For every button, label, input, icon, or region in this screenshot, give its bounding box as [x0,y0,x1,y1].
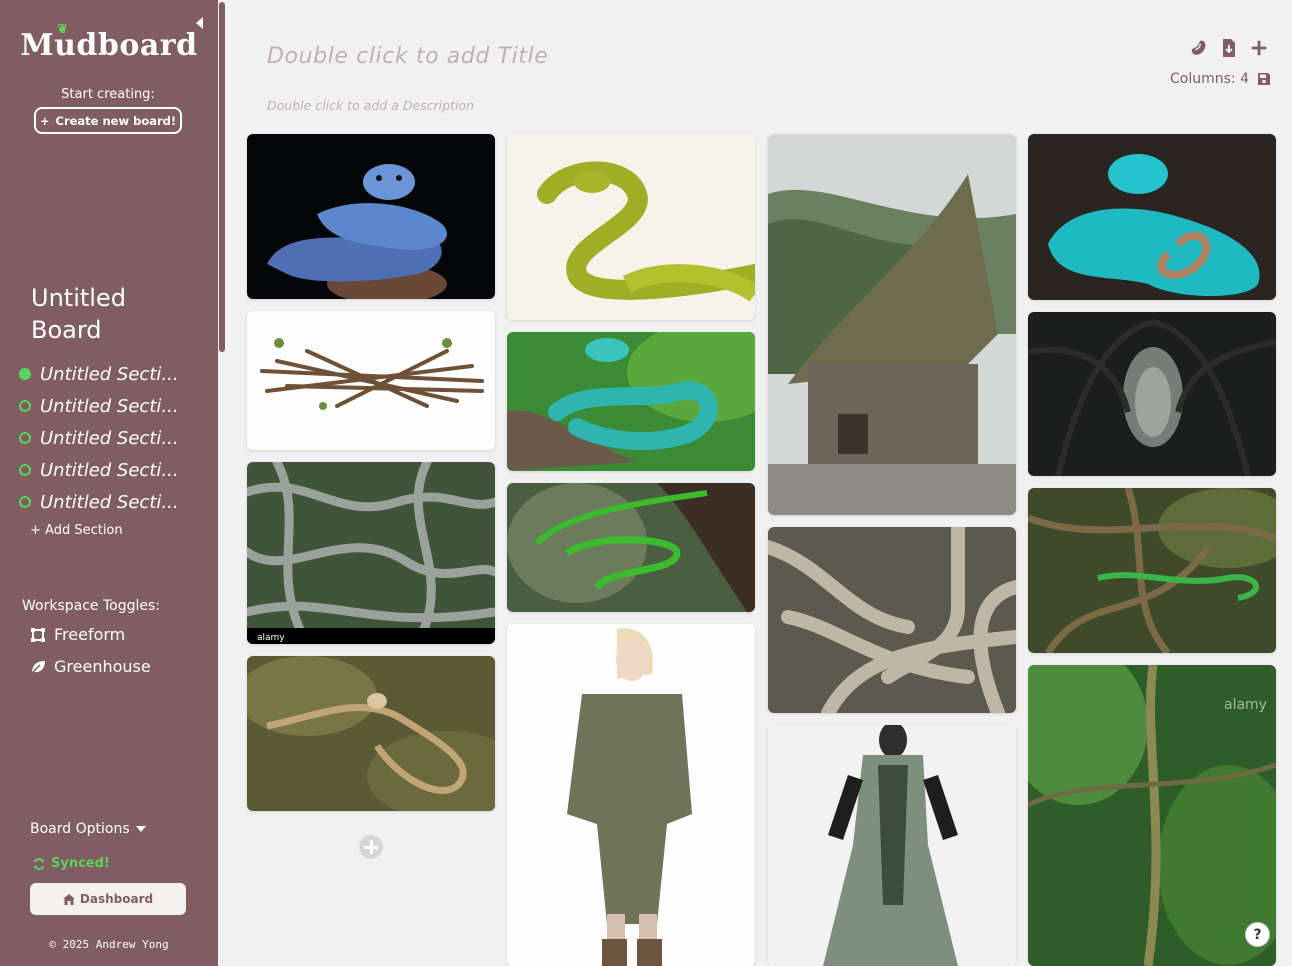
board-description-placeholder[interactable]: Double click to add a Description [267,98,474,113]
turquoise-viper-image [507,332,755,471]
image-card[interactable] [1028,312,1276,476]
add-card-button[interactable] [359,835,383,859]
import-file-icon[interactable] [1220,38,1238,58]
image-card[interactable]: alamy [1028,665,1276,966]
board-title-placeholder[interactable]: Double click to add Title [267,44,548,69]
section-list: Untitled Secti... Untitled Secti... Unti… [19,358,179,518]
svg-text:alamy: alamy [257,633,285,643]
section-dot-icon [19,400,31,412]
image-card[interactable] [247,656,495,811]
columns-control[interactable]: Columns: 4 [1170,71,1271,87]
board-options-dropdown[interactable]: Board Options [30,821,146,837]
wooden-house-image [768,134,1016,515]
dashboard-button[interactable]: Dashboard [30,883,186,915]
image-card[interactable] [507,624,755,966]
sync-status: Synced! [32,856,110,871]
start-creating-label: Start creating: [61,87,155,102]
section-dot-icon [19,496,31,508]
mudboard-logo: ❦ Mudboard [20,22,198,63]
svg-text:alamy: alamy [1224,697,1267,713]
image-card[interactable] [507,134,755,320]
twig-bundle-image [247,311,495,450]
image-card[interactable] [507,483,755,612]
section-item[interactable]: Untitled Secti... [19,486,179,518]
tangled-vines-image: alamy [247,462,495,644]
section-item[interactable]: Untitled Secti... [19,390,179,422]
section-dot-icon [19,368,31,380]
add-icon[interactable] [1250,38,1268,58]
workspace-toggles-label: Workspace Toggles: [22,598,160,614]
image-card[interactable]: alamy [247,462,495,644]
leaf-icon [30,660,45,675]
image-card[interactable] [768,527,1016,713]
image-card[interactable] [507,332,755,471]
green-dress-model-image [768,725,1016,966]
home-icon [62,893,75,905]
vine-snake-branch-image [247,656,495,811]
save-icon[interactable] [1257,72,1271,86]
blue-viper-image [247,134,495,299]
caret-down-icon [135,826,146,832]
sync-icon [33,857,45,870]
sprout-icon: ❦ [57,22,69,37]
image-card[interactable] [1028,134,1276,300]
image-card[interactable] [247,134,495,299]
add-section-button[interactable]: + Add Section [30,523,123,538]
freeform-toggle[interactable]: Freeform [30,625,125,644]
image-card[interactable] [768,134,1016,515]
image-card[interactable] [247,311,495,450]
board-title[interactable]: Untitled Board [31,282,191,346]
tree-roots-image [768,527,1016,713]
greenhouse-toggle[interactable]: Greenhouse [30,657,151,676]
jungle-liana-image: alamy [1028,665,1276,966]
section-dot-icon [19,432,31,444]
bean-icon[interactable] [1190,38,1208,58]
copyright-text: © 2025 Andrew Yong [49,938,169,951]
cyan-viper-image [1028,134,1276,300]
help-button[interactable]: ? [1245,922,1270,947]
sidebar-scrollbar[interactable] [219,2,225,352]
create-new-board-button[interactable]: + Create new board! [34,107,182,134]
section-item[interactable]: Untitled Secti... [19,422,179,454]
section-item[interactable]: Untitled Secti... [19,454,179,486]
image-card[interactable] [768,725,1016,966]
green-snake-image [507,134,755,320]
green-vine-snake-image [507,483,755,612]
image-card[interactable] [1028,488,1276,653]
section-dot-icon [19,464,31,476]
dark-forest-tunnel-image [1028,312,1276,476]
freeform-icon [31,627,45,642]
olive-outfit-model-image [507,624,755,966]
board-toolbar [1190,38,1268,58]
section-item[interactable]: Untitled Secti... [19,358,179,390]
sidebar: ❦ Mudboard Start creating: + Create new … [0,0,218,966]
jungle-vine-snake-image [1028,488,1276,653]
plus-icon: + [39,113,50,128]
